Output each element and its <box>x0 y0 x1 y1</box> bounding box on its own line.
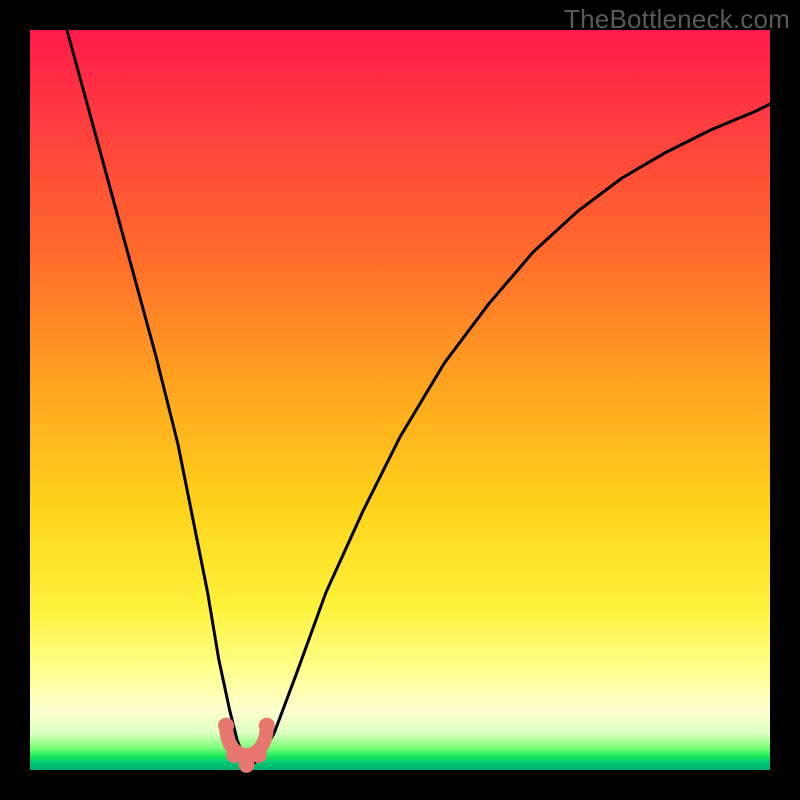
bottleneck-curve <box>67 30 770 765</box>
plot-area <box>30 30 770 770</box>
min-marker-bead <box>251 747 267 763</box>
watermark-text: TheBottleneck.com <box>564 4 790 35</box>
chart-frame: TheBottleneck.com <box>0 0 800 800</box>
curve-layer <box>30 30 770 770</box>
min-marker-bead <box>259 718 275 734</box>
min-marker-bead <box>218 718 234 734</box>
